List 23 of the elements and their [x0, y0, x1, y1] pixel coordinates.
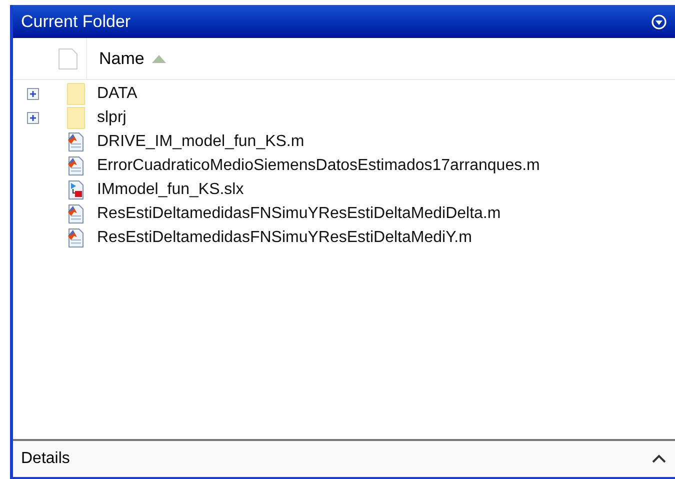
dropdown-icon[interactable] — [651, 14, 667, 30]
file-type-icon — [58, 48, 78, 70]
expand-icon[interactable] — [651, 454, 667, 464]
name-column-header[interactable]: Name — [87, 46, 166, 72]
file-name[interactable]: slprj — [97, 106, 126, 130]
file-name[interactable]: ResEstiDeltamedidasFNSimuYResEstiDeltaMediDelta.m — [97, 202, 501, 226]
file-name[interactable]: DRIVE_IM_model_fun_KS.m — [97, 130, 304, 154]
details-label: Details — [21, 449, 70, 469]
file-name[interactable]: ErrorCuadraticoMedioSiemensDatosEstimados17arranques.m — [97, 154, 540, 178]
folder-icon — [67, 107, 85, 129]
expand-icon[interactable] — [27, 112, 39, 124]
details-bar[interactable]: Details — [13, 439, 675, 479]
script-file-icon — [67, 204, 85, 224]
script-file-icon — [67, 228, 85, 248]
script-file-icon — [67, 156, 85, 176]
file-name[interactable]: ResEstiDeltamedidasFNSimuYResEstiDeltaMediY.m — [97, 226, 472, 250]
file-name[interactable]: DATA — [97, 82, 138, 106]
panel-title: Current Folder — [21, 10, 131, 33]
model-file-icon — [67, 180, 85, 200]
expand-icon[interactable] — [27, 88, 39, 100]
script-file-icon — [67, 132, 85, 152]
file-name[interactable]: IMmodel_fun_KS.slx — [97, 178, 244, 202]
folder-icon — [67, 83, 85, 105]
